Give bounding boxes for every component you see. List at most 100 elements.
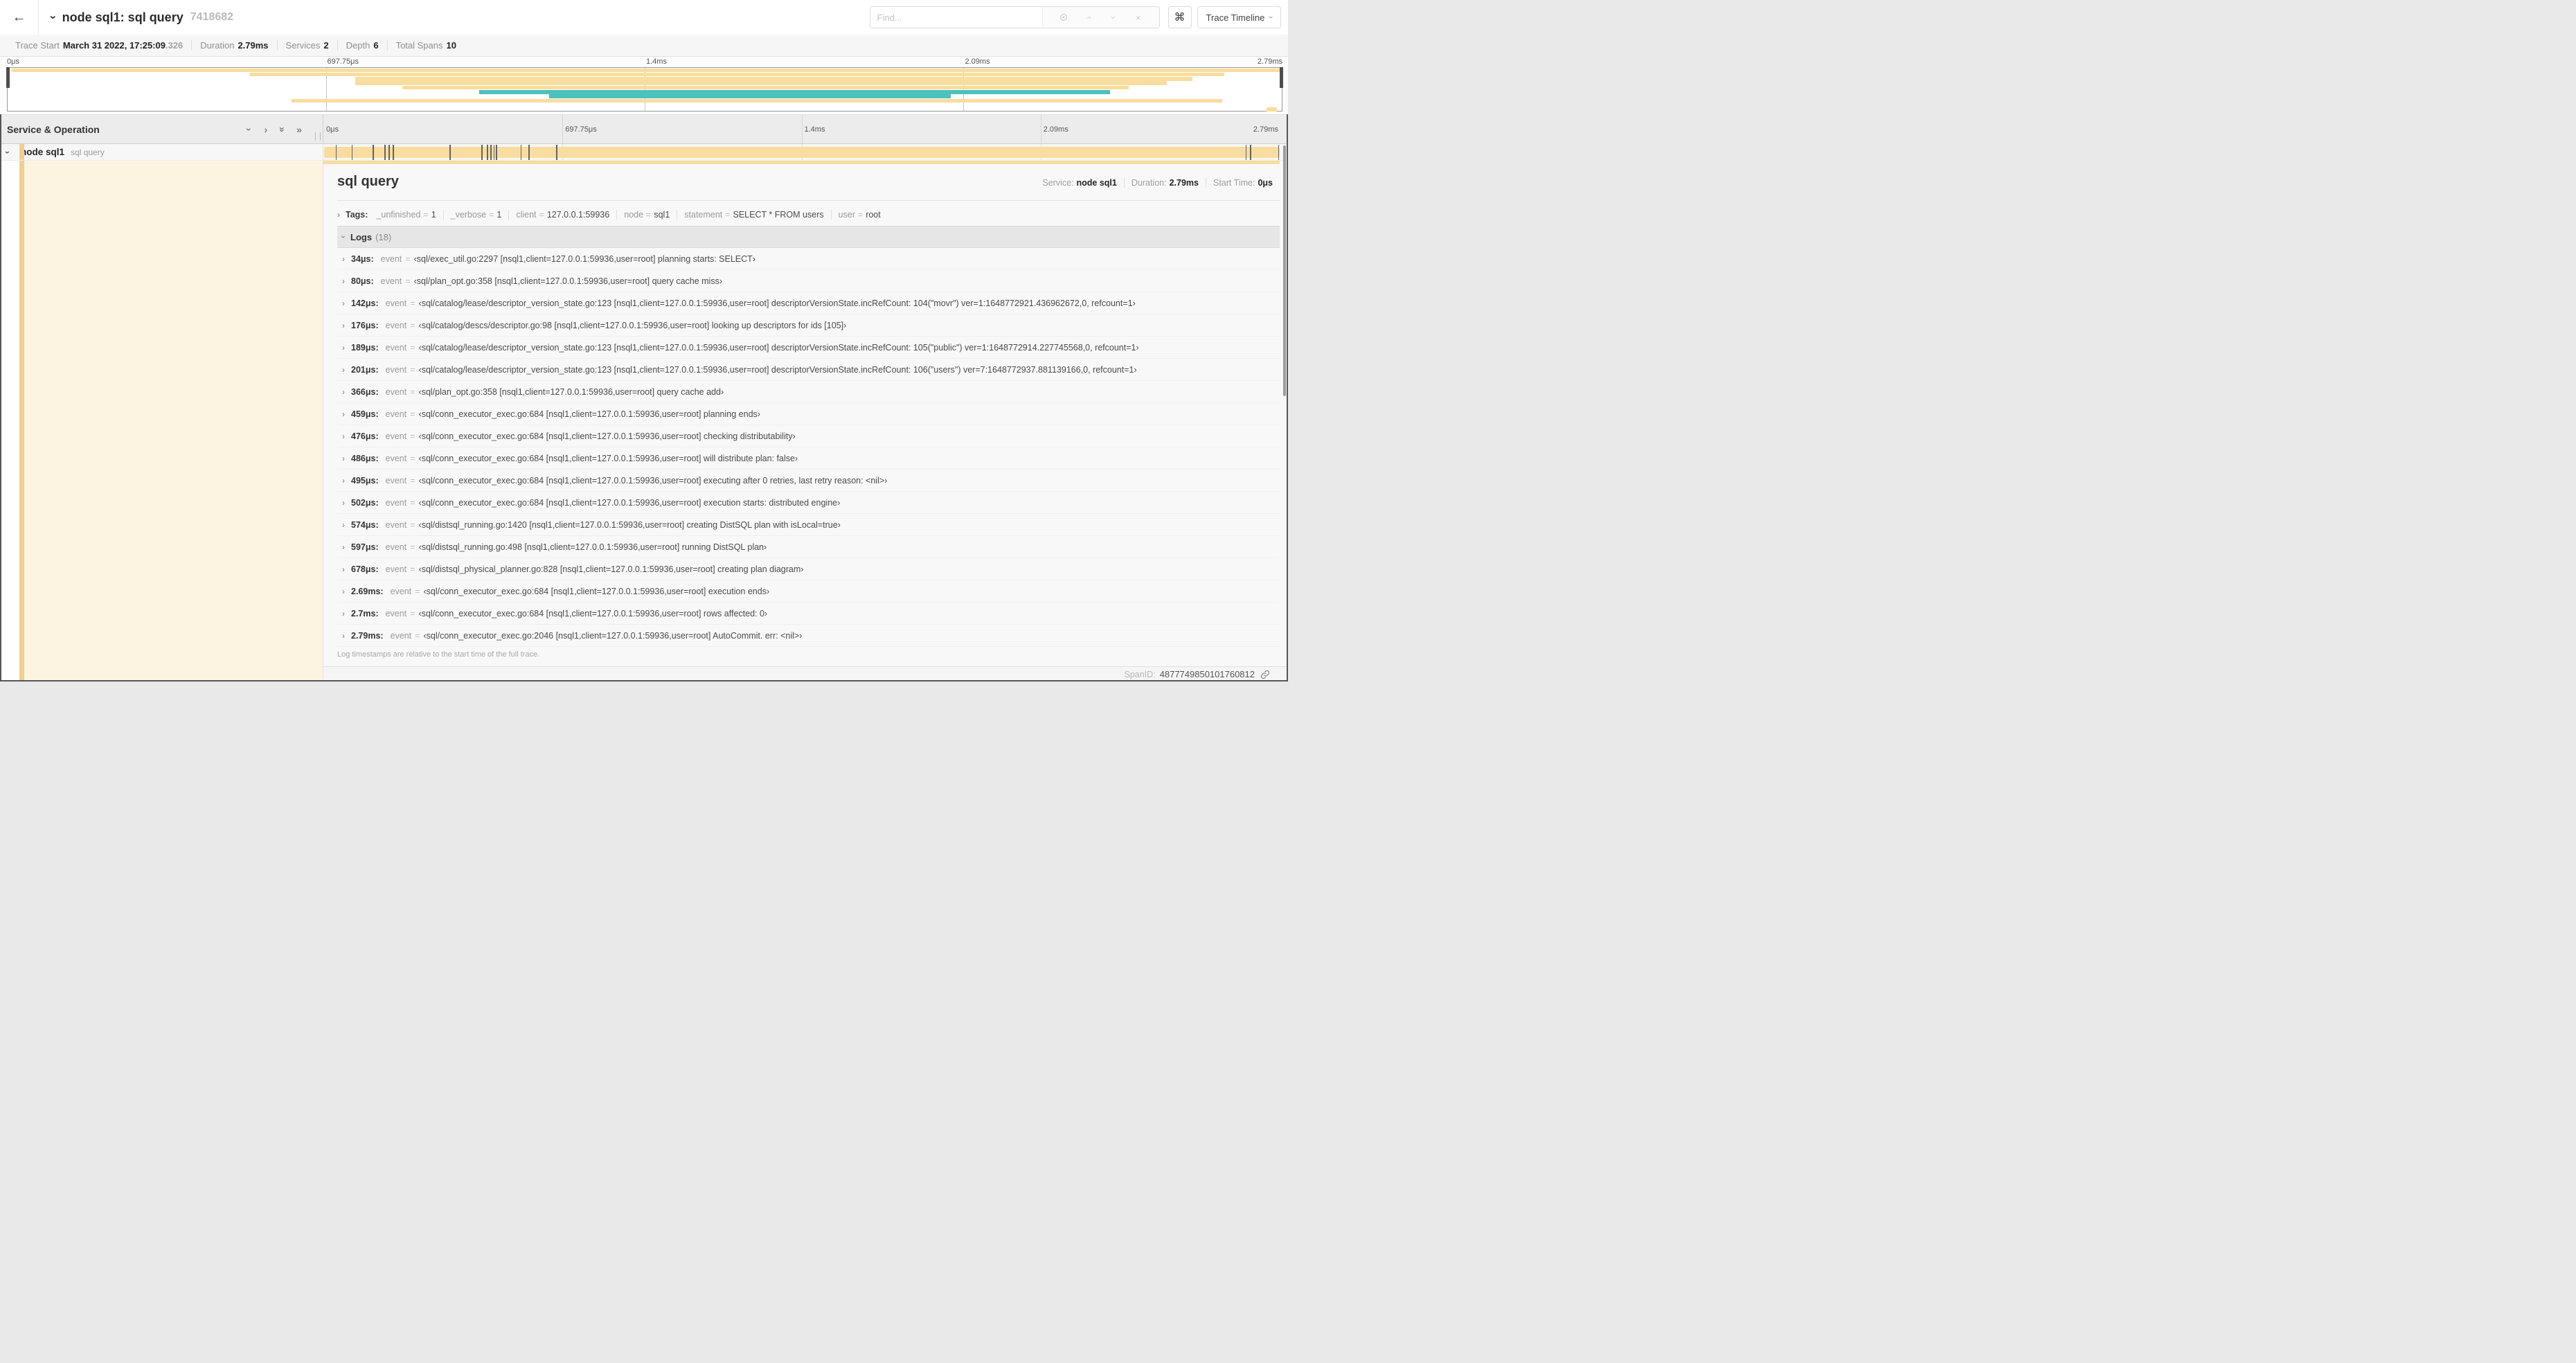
log-field-value: ‹sql/plan_opt.go:358 [nsql1,client=127.0…	[413, 276, 723, 286]
log-field-value: ‹sql/distsql_running.go:498 [nsql1,clien…	[418, 542, 767, 552]
log-entry-row[interactable]: › 2.79ms: event = ‹sql/conn_executor_exe…	[337, 625, 1280, 647]
log-entry-row[interactable]: › 678μs: event = ‹sql/distsql_physical_p…	[337, 558, 1280, 580]
log-field-key: event	[385, 542, 407, 552]
focus-target-icon[interactable]	[1051, 12, 1076, 22]
log-field-value: ‹sql/plan_opt.go:358 [nsql1,client=127.0…	[418, 386, 724, 397]
log-equals: =	[410, 608, 415, 618]
log-entry-row[interactable]: › 34μs: event = ‹sql/exec_util.go:2297 […	[337, 248, 1280, 270]
log-field-key: event	[385, 453, 407, 463]
trace-view-selector[interactable]: Trace Timeline ›	[1197, 6, 1281, 28]
log-entry-row[interactable]: › 366μs: event = ‹sql/plan_opt.go:358 [n…	[337, 381, 1280, 403]
log-tick-mark	[335, 145, 337, 160]
deep-link-icon[interactable]	[1260, 670, 1270, 679]
vertical-scrollbar-thumb[interactable]	[1283, 145, 1286, 396]
log-tick-mark	[449, 145, 451, 160]
tags-accordion[interactable]: › Tags: _unfinished = 1 _verbose = 1 client =…	[337, 206, 1280, 224]
logs-count: (18)	[375, 231, 392, 242]
log-entry-row[interactable]: › 476μs: event = ‹sql/conn_executor_exec…	[337, 425, 1280, 447]
search-input[interactable]	[870, 7, 1042, 28]
tag-item: node = sql1	[616, 210, 677, 220]
log-entry-row[interactable]: › 2.7ms: event = ‹sql/conn_executor_exec…	[337, 603, 1280, 625]
minimap-span-bar	[11, 68, 1282, 73]
collapse-one-chevron-down-icon[interactable]: ›	[244, 121, 255, 138]
minimap-canvas[interactable]	[6, 67, 1283, 112]
log-entry-row[interactable]: › 459μs: event = ‹sql/conn_executor_exec…	[337, 403, 1280, 425]
span-row-name-cell[interactable]: › node sql1 sql query	[0, 144, 323, 161]
page-title: node sql1: sql query	[62, 10, 184, 24]
log-chevron-right-icon: ›	[342, 542, 345, 552]
log-entry-row[interactable]: › 597μs: event = ‹sql/distsql_running.go…	[337, 536, 1280, 558]
log-entry-row[interactable]: › 502μs: event = ‹sql/conn_executor_exec…	[337, 492, 1280, 514]
log-entry-row[interactable]: › 80μs: event = ‹sql/plan_opt.go:358 [ns…	[337, 270, 1280, 292]
span-meta-item: Duration: 2.79ms	[1123, 178, 1206, 188]
minimap-span-bar	[249, 72, 1225, 77]
log-field-key: event	[385, 298, 407, 308]
log-entry-row[interactable]: › 176μs: event = ‹sql/catalog/descs/desc…	[337, 314, 1280, 337]
log-field-value: ‹sql/distsql_physical_planner.go:828 [ns…	[418, 564, 804, 574]
log-field-key: event	[385, 342, 407, 353]
log-field-key: event	[390, 586, 412, 596]
title-bar: ← › node sql1: sql query 7418682 › › × ⌘	[0, 0, 1288, 35]
log-timestamp: 34μs:	[351, 253, 374, 264]
minimap-right-handle[interactable]	[1280, 67, 1283, 88]
logs-accordion-header[interactable]: › Logs (18)	[337, 226, 1280, 248]
span-row-bar-cell[interactable]	[323, 144, 1288, 161]
span-color-strip	[19, 161, 24, 682]
log-chevron-right-icon: ›	[342, 519, 345, 530]
log-equals: =	[410, 409, 415, 419]
expand-one-chevron-right-icon[interactable]: ›	[258, 124, 274, 135]
clear-search-icon[interactable]: ×	[1126, 12, 1151, 23]
expand-all-double-chevron-right-icon[interactable]: »	[291, 124, 307, 135]
next-result-chevron-down-icon[interactable]: ›	[1108, 7, 1118, 28]
logs-label: Logs	[350, 231, 373, 242]
logs-chevron-down-icon[interactable]: ›	[339, 235, 348, 238]
log-chevron-right-icon: ›	[342, 364, 345, 375]
log-equals: =	[410, 453, 415, 463]
log-field-key: event	[385, 497, 407, 508]
chevron-down-icon[interactable]: ›	[46, 15, 60, 19]
log-chevron-right-icon: ›	[342, 630, 345, 641]
log-equals: =	[410, 342, 415, 353]
log-entry-row[interactable]: › 495μs: event = ‹sql/conn_executor_exec…	[337, 470, 1280, 492]
log-entry-row[interactable]: › 189μs: event = ‹sql/catalog/lease/desc…	[337, 337, 1280, 359]
log-entry-row[interactable]: › 142μs: event = ‹sql/catalog/lease/desc…	[337, 292, 1280, 314]
collapse-all-double-chevron-down-icon[interactable]: »	[277, 121, 288, 138]
minimap-left-handle[interactable]	[6, 67, 10, 88]
ruler-gridline	[562, 115, 564, 143]
trace-stat: Services 2	[276, 40, 337, 51]
minimap-tick-label: 697.75μs	[327, 57, 359, 66]
keyboard-shortcuts-button[interactable]: ⌘	[1168, 6, 1192, 28]
log-equals: =	[410, 431, 415, 441]
minimap-tick-label: 2.09ms	[965, 57, 990, 66]
log-equals: =	[410, 386, 415, 397]
prev-result-chevron-up-icon[interactable]: ›	[1083, 7, 1093, 28]
tags-chevron-right-icon[interactable]: ›	[337, 210, 340, 220]
log-field-key: event	[380, 276, 402, 286]
log-tick-mark	[481, 145, 483, 160]
log-timestamp: 80μs:	[351, 276, 374, 286]
log-timestamp: 2.79ms:	[351, 630, 384, 641]
log-chevron-right-icon: ›	[342, 342, 345, 353]
log-tick-mark	[388, 145, 390, 160]
log-entry-row[interactable]: › 486μs: event = ‹sql/conn_executor_exec…	[337, 447, 1280, 470]
tag-item: client = 127.0.0.1:59936	[508, 210, 616, 220]
log-tick-mark	[393, 145, 394, 160]
log-tick-mark	[373, 145, 374, 160]
back-button[interactable]: ←	[0, 0, 39, 35]
span-id-label: SpanID:	[1124, 669, 1156, 679]
ruler-tick-label: 2.79ms	[1253, 125, 1278, 134]
divider	[337, 200, 1280, 201]
minimap-span-bar	[355, 77, 1193, 81]
log-timestamp: 597μs:	[351, 542, 379, 552]
span-row[interactable]: › node sql1 sql query	[0, 144, 1288, 161]
log-field-value: ‹sql/exec_util.go:2297 [nsql1,client=127…	[413, 253, 755, 264]
detail-left-pane	[0, 161, 323, 682]
log-entry-row[interactable]: › 2.69ms: event = ‹sql/conn_executor_exe…	[337, 580, 1280, 603]
log-entry-row[interactable]: › 574μs: event = ‹sql/distsql_running.go…	[337, 514, 1280, 536]
span-meta-item: Start Time: 0μs	[1206, 178, 1280, 188]
span-collapse-chevron-down-icon[interactable]: ›	[3, 151, 12, 154]
column-resize-grip[interactable]	[315, 132, 321, 141]
log-entry-row[interactable]: › 201μs: event = ‹sql/catalog/lease/desc…	[337, 359, 1280, 381]
minimap-tick-label: 0μs	[7, 57, 19, 66]
tags-list: _unfinished = 1 _verbose = 1 client = 127.0.0.…	[369, 210, 887, 220]
